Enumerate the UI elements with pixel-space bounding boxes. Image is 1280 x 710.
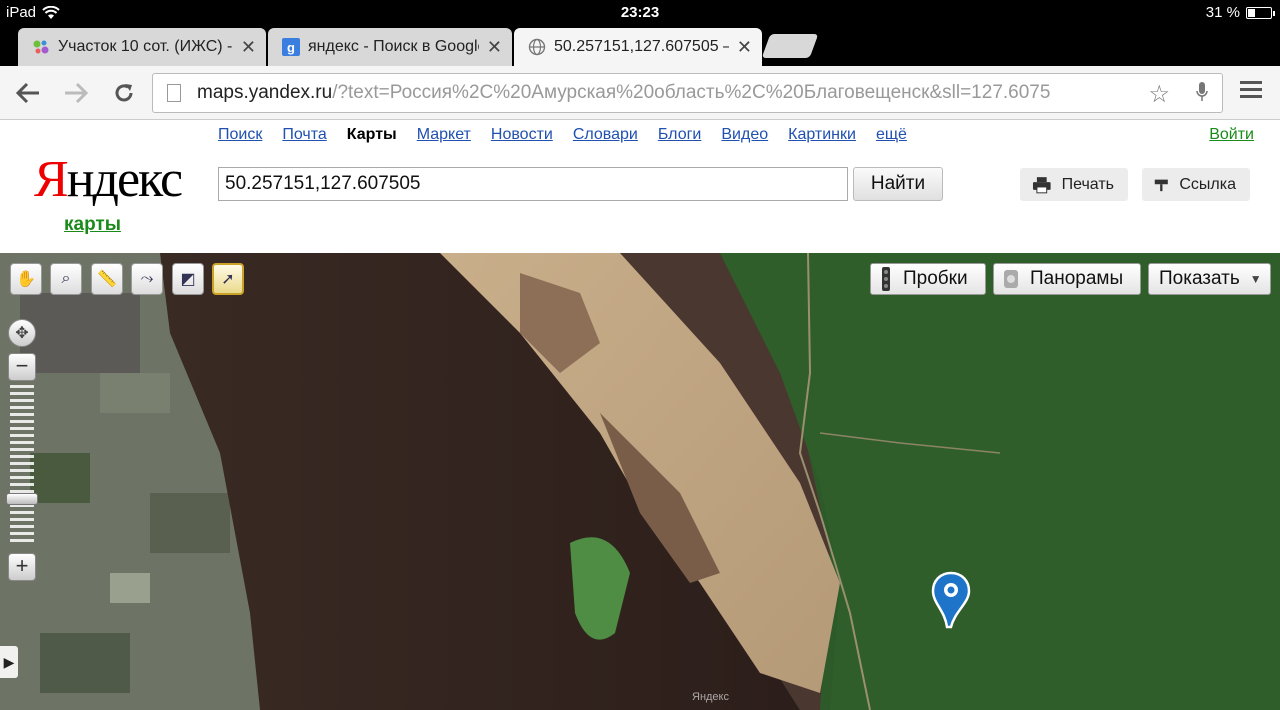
avito-icon (32, 38, 50, 56)
url-path: /?text=Россия%2C%20Амурская%20область%2C… (332, 82, 1051, 103)
forward-arrow-icon (65, 82, 89, 104)
nav-more[interactable]: ещё (876, 126, 907, 144)
tab-title: 50.257151,127.607505 — (554, 38, 729, 55)
zoom-slider-handle[interactable] (6, 493, 38, 505)
traffic-label: Пробки (903, 268, 968, 289)
info-pointer-icon[interactable]: ➚ (212, 263, 244, 295)
nav-mail[interactable]: Почта (282, 126, 326, 144)
back-arrow-icon (15, 82, 39, 104)
forward-button[interactable] (60, 78, 92, 108)
browser-tab-google[interactable]: g яндекс - Поиск в Google ✕ (268, 28, 512, 66)
battery-icon (1246, 6, 1275, 19)
logo-rest: ндекс (66, 151, 183, 208)
map-view[interactable]: ✋ ⌕ 📏 ⤳ ◩ ➚ ✥ − + Пробки Панорамы Показа… (0, 253, 1280, 710)
browser-tab-yandex-maps[interactable]: 50.257151,127.607505 — ✕ (514, 28, 762, 66)
ruler-icon[interactable]: 📏 (91, 263, 123, 295)
map-copyright: Яндекс (692, 691, 729, 703)
link-button[interactable]: Ссылка (1142, 168, 1250, 201)
zoom-rect-icon[interactable]: ⌕ (50, 263, 82, 295)
nav-maps: Карты (346, 126, 397, 143)
ios-status-bar: iPad 23:23 31 % (0, 0, 1280, 26)
close-tab-icon[interactable]: ✕ (737, 37, 752, 58)
show-layers-dropdown[interactable]: Показать ▼ (1148, 263, 1271, 295)
dropdown-arrow-icon: ▼ (1249, 272, 1262, 286)
show-label: Показать (1159, 268, 1240, 289)
zoom-in-button[interactable]: + (8, 553, 36, 581)
close-tab-icon[interactable]: ✕ (241, 37, 256, 58)
layers-select-icon[interactable]: ◩ (172, 263, 204, 295)
nav-search[interactable]: Поиск (218, 126, 262, 144)
reload-button[interactable] (108, 78, 140, 108)
url-host: maps.yandex.ru (197, 82, 333, 103)
route-icon[interactable]: ⤳ (131, 263, 163, 295)
traffic-button[interactable]: Пробки (870, 263, 986, 295)
yandex-header: Поиск Почта Карты Маркет Новости Словари… (0, 120, 1280, 253)
google-icon: g (282, 38, 300, 56)
panorama-camera-icon (1004, 270, 1018, 288)
login-link[interactable]: Войти (1209, 126, 1254, 144)
new-tab-button[interactable] (761, 34, 819, 58)
tab-strip: Участок 10 сот. (ИЖС) - : ✕ g яндекс - П… (0, 26, 1280, 66)
placemark-pin-icon[interactable] (931, 571, 971, 629)
address-bar[interactable]: maps.yandex.ru/?text=Россия%2C%20Амурска… (152, 73, 1223, 113)
microphone-icon[interactable] (1196, 82, 1208, 102)
nav-blogs[interactable]: Блоги (658, 126, 702, 144)
search-button[interactable]: Найти (853, 167, 943, 201)
tab-title: яндекс - Поиск в Google (308, 38, 479, 55)
reload-icon (115, 84, 133, 102)
zoom-control: ✥ − + (6, 319, 38, 585)
print-label: Печать (1061, 175, 1114, 193)
expand-sidebar-arrow-icon[interactable]: ▶ (0, 646, 18, 678)
battery-percent: 31 % (1205, 4, 1240, 21)
nav-dictionaries[interactable]: Словари (573, 126, 638, 144)
nav-video[interactable]: Видео (721, 126, 768, 144)
signpost-icon (1154, 179, 1168, 191)
hand-icon[interactable]: ✋ (10, 263, 42, 295)
clock: 23:23 (620, 4, 660, 21)
globe-icon (528, 38, 546, 56)
compass-icon[interactable]: ✥ (8, 319, 36, 347)
maps-service-link[interactable]: карты (64, 214, 121, 236)
page-icon (167, 84, 181, 102)
yandex-logo[interactable]: Яндекс (34, 150, 183, 209)
printer-icon (1032, 176, 1051, 193)
yandex-services-nav: Поиск Почта Карты Маркет Новости Словари… (218, 126, 907, 144)
print-button[interactable]: Печать (1020, 168, 1128, 201)
chrome-menu-icon[interactable] (1240, 81, 1262, 103)
nav-images[interactable]: Картинки (788, 126, 856, 144)
close-tab-icon[interactable]: ✕ (487, 37, 502, 58)
satellite-imagery (0, 253, 1280, 710)
map-search-input[interactable] (218, 167, 848, 201)
back-button[interactable] (12, 78, 44, 108)
zoom-slider[interactable] (6, 385, 38, 547)
link-label: Ссылка (1179, 175, 1236, 193)
zoom-out-button[interactable]: − (8, 353, 36, 381)
traffic-light-icon (882, 267, 890, 291)
panorama-button[interactable]: Панорамы (993, 263, 1141, 295)
browser-tab-avito[interactable]: Участок 10 сот. (ИЖС) - : ✕ (18, 28, 266, 66)
bookmark-star-icon[interactable]: ☆ (1144, 80, 1170, 109)
browser-toolbar: maps.yandex.ru/?text=Россия%2C%20Амурска… (0, 66, 1280, 120)
tab-title: Участок 10 сот. (ИЖС) - : (58, 38, 233, 55)
panorama-label: Панорамы (1030, 268, 1124, 289)
nav-news[interactable]: Новости (491, 126, 553, 144)
logo-first-letter: Я (34, 151, 69, 208)
nav-market[interactable]: Маркет (417, 126, 471, 144)
